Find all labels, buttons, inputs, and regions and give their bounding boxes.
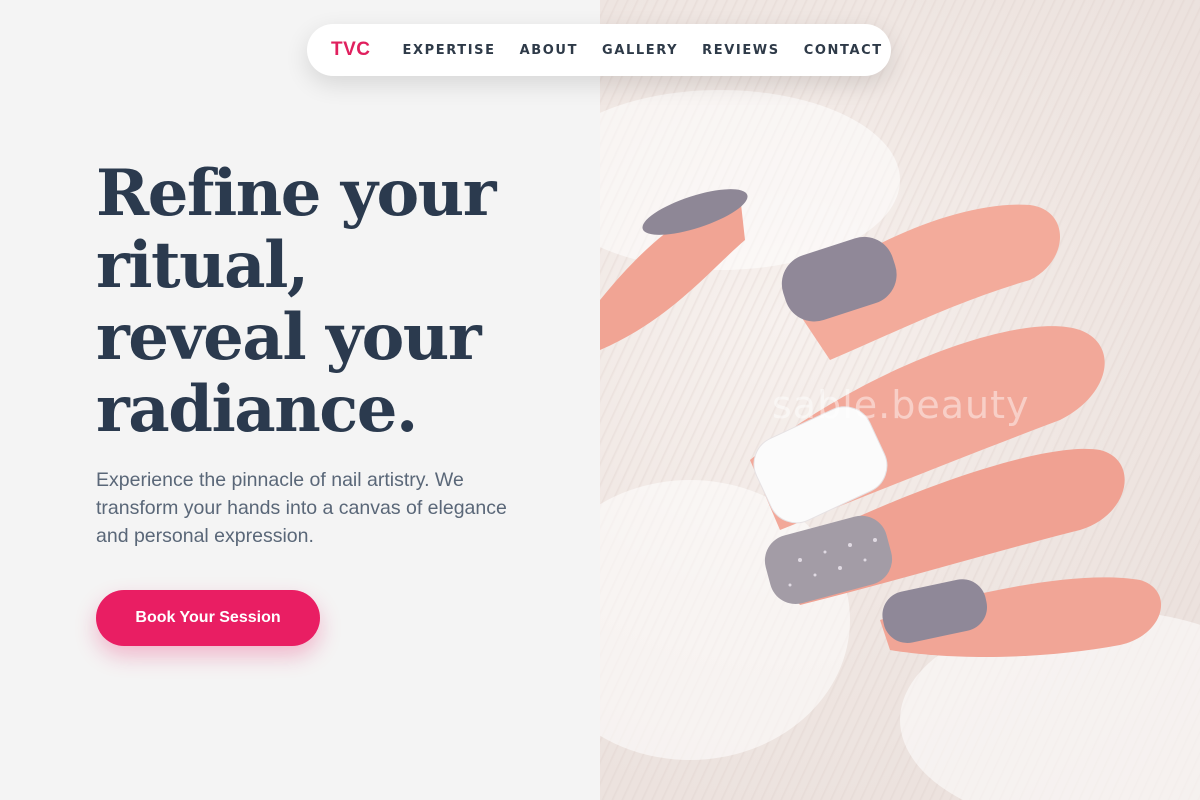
nav-link-contact[interactable]: CONTACT xyxy=(804,43,883,58)
book-session-button[interactable]: Book Your Session xyxy=(96,590,320,646)
headline-line: Refine your xyxy=(96,156,496,231)
top-navbar: TVC EXPERTISE ABOUT GALLERY REVIEWS CONT… xyxy=(307,24,891,76)
hero-image: sable.beauty xyxy=(600,0,1200,800)
nav-link-reviews[interactable]: REVIEWS xyxy=(702,43,780,58)
headline-line: reveal your xyxy=(96,300,482,375)
hero-headline: Refine your ritual, reveal your radiance… xyxy=(96,158,566,446)
headline-line: radiance. xyxy=(96,372,418,447)
nav-link-expertise[interactable]: EXPERTISE xyxy=(403,43,496,58)
hero-subtext: Experience the pinnacle of nail artistry… xyxy=(96,469,507,547)
nav-link-about[interactable]: ABOUT xyxy=(520,43,578,58)
headline-line: ritual, xyxy=(96,228,309,303)
brand-logo[interactable]: TVC xyxy=(331,39,371,61)
nav-link-gallery[interactable]: GALLERY xyxy=(602,43,678,58)
image-watermark: sable.beauty xyxy=(772,383,1030,427)
